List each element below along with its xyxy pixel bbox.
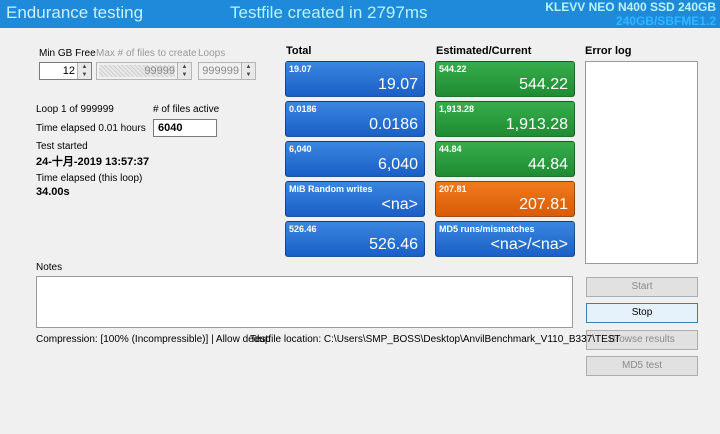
estimated-tile-2: 1,913.28 1,913.28	[435, 101, 575, 137]
error-log-header: Error log	[585, 45, 632, 57]
tile-value: 44.84	[527, 156, 568, 173]
total-tile-4: MiB Random writes <na>	[285, 181, 425, 217]
total-tile-3: 6,040 6,040	[285, 141, 425, 177]
time-elapsed: Time elapsed 0.01 hours	[36, 123, 146, 134]
tile-caption: 526.46	[289, 224, 317, 234]
total-tile-1: 19.07 19.07	[285, 61, 425, 97]
start-button[interactable]: Start	[586, 277, 698, 297]
loop-counter: Loop 1 of 999999	[36, 104, 114, 115]
compression-info: Compression: [100% (Incompressible)] | A…	[36, 334, 271, 345]
max-files-value: 99999	[144, 65, 175, 77]
tile-value: 0.0186	[369, 116, 418, 133]
stop-button[interactable]: Stop	[586, 303, 698, 323]
files-active-label: # of files active	[153, 104, 220, 115]
tile-value: 1,913.28	[505, 116, 568, 133]
time-elapsed-loop-value: 34.00s	[36, 186, 70, 198]
footer-status: Compression: [100% (Incompressible)] | A…	[36, 334, 621, 345]
tile-value: 544.22	[519, 76, 568, 93]
min-gb-free-stepper[interactable]: 12 ▲ ▼	[39, 62, 92, 80]
tile-caption: 6,040	[289, 144, 312, 154]
min-gb-free-label: Min GB Free	[39, 48, 96, 59]
total-tile-5: 526.46 526.46	[285, 221, 425, 257]
up-arrow-icon: ▲	[245, 64, 252, 70]
loops-stepper: 999999 ▲ ▼	[198, 62, 256, 80]
total-header: Total	[286, 45, 312, 57]
tile-caption: 1,913.28	[439, 104, 475, 114]
down-arrow-icon: ▼	[181, 72, 188, 78]
tile-caption: MiB Random writes	[289, 184, 373, 194]
tile-caption: 19.07	[289, 64, 312, 74]
estimated-tile-1: 544.22 544.22	[435, 61, 575, 97]
tile-value: 526.46	[369, 236, 418, 253]
notes-label: Notes	[36, 262, 63, 273]
up-arrow-icon[interactable]: ▲	[78, 63, 91, 71]
down-arrow-icon: ▼	[245, 72, 252, 78]
md5-test-button[interactable]: MD5 test	[586, 356, 698, 376]
tile-value: 6,040	[377, 156, 418, 173]
total-tile-2: 0.0186 0.0186	[285, 101, 425, 137]
max-files-label: Max # of files to create	[96, 48, 197, 59]
loops-label: Loops	[198, 48, 226, 59]
notes-field[interactable]	[36, 276, 573, 328]
window-title: Endurance testing	[6, 3, 144, 22]
tile-value: <na>/<na>	[490, 236, 568, 253]
estimated-tile-4: 207.81 207.81	[435, 181, 575, 217]
estimated-tile-3: 44.84 44.84	[435, 141, 575, 177]
stepper-arrows: ▲ ▼	[241, 63, 255, 79]
tile-caption: 544.22	[439, 64, 467, 74]
stepper-arrows[interactable]: ▲ ▼	[77, 63, 91, 79]
status-message: Testfile created in 2797ms	[230, 3, 428, 22]
title-bar: Endurance testing Testfile created in 27…	[0, 0, 720, 28]
estimated-header: Estimated/Current	[436, 45, 532, 57]
estimated-tile-5: MD5 runs/mismatches <na>/<na>	[435, 221, 575, 257]
tile-caption: MD5 runs/mismatches	[439, 224, 535, 234]
tile-caption: 44.84	[439, 144, 462, 154]
tile-value: <na>	[381, 196, 418, 213]
test-started-label: Test started	[36, 141, 88, 152]
files-active-field[interactable]: 6040	[153, 119, 217, 137]
tile-caption: 207.81	[439, 184, 467, 194]
drive-name: KLEVV NEO N400 SSD 240GB	[545, 0, 716, 14]
time-elapsed-loop-label: Time elapsed (this loop)	[36, 173, 143, 184]
min-gb-free-value: 12	[62, 65, 75, 77]
stepper-arrows: ▲ ▼	[177, 63, 191, 79]
max-files-stepper: 99999 ▲ ▼	[96, 62, 192, 80]
tile-value: 19.07	[377, 76, 418, 93]
test-started-value: 24-十月-2019 13:57:37	[36, 156, 150, 168]
drive-firmware: 240GB/SBFME1.2	[615, 14, 716, 28]
down-arrow-icon[interactable]: ▼	[78, 71, 91, 79]
error-log-box[interactable]	[585, 61, 698, 264]
loops-value: 999999	[202, 65, 239, 77]
tile-caption: 0.0186	[289, 104, 317, 114]
testfile-location: Testfile location: C:\Users\SMP_BOSS\Des…	[250, 334, 621, 345]
up-arrow-icon: ▲	[181, 64, 188, 70]
tile-value: 207.81	[519, 196, 568, 213]
